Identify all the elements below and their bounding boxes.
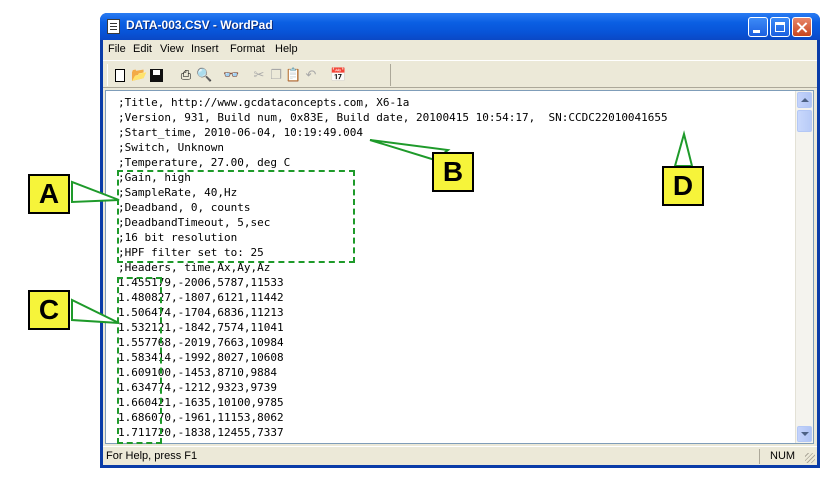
document-line[interactable]: 1.480827,-1807,6121,11442 [118,290,668,305]
standard-toolbar: 📂 ⎙ 🔍 👓 ✂ ❐ 📋 ↶ 📅 [107,64,391,86]
save-icon[interactable] [150,69,163,82]
document-line[interactable]: ;Temperature, 27.00, deg C [118,155,668,170]
copy-icon[interactable]: ❐ [268,68,284,84]
minimize-button[interactable] [748,17,768,37]
document-line[interactable]: 1.532121,-1842,7574,11041 [118,320,668,335]
callout-a: A [28,174,70,214]
maximize-button[interactable] [770,17,790,37]
title-bar[interactable]: DATA-003.CSV - WordPad [100,13,820,40]
document-line[interactable]: 1.455179,-2006,5787,11533 [118,275,668,290]
print-icon[interactable]: ⎙ [178,68,194,84]
print-preview-icon[interactable]: 🔍 [196,68,212,84]
num-lock-indicator: NUM [759,449,799,464]
status-help-text: For Help, press F1 [106,450,198,462]
document-line[interactable]: 1.506474,-1704,6836,11213 [118,305,668,320]
document-line[interactable]: 1.711720,-1838,12455,7337 [118,425,668,440]
maximize-icon [775,22,785,32]
document-line[interactable]: 1.583414,-1992,8027,10608 [118,350,668,365]
vertical-scrollbar[interactable] [795,91,813,443]
callout-b: B [432,152,474,192]
document-line[interactable]: 1.609100,-1453,8710,9884 [118,365,668,380]
minimize-icon [753,30,760,33]
window-title: DATA-003.CSV - WordPad [126,18,273,32]
document-area[interactable]: ;Title, http://www.gcdataconcepts.com, X… [105,90,814,444]
toolbar: 📂 ⎙ 🔍 👓 ✂ ❐ 📋 ↶ 📅 [103,60,817,88]
document-line[interactable]: 1.686070,-1961,11153,8062 [118,410,668,425]
menu-view[interactable]: View [160,43,184,55]
scroll-up-button[interactable] [797,92,812,108]
document-line[interactable]: 1.634774,-1212,9323,9739 [118,380,668,395]
scroll-down-button[interactable] [797,426,812,442]
document-text[interactable]: ;Title, http://www.gcdataconcepts.com, X… [118,95,668,440]
paste-icon[interactable]: 📋 [285,68,301,84]
cut-icon[interactable]: ✂ [251,68,267,84]
menu-help[interactable]: Help [275,43,298,55]
document-line[interactable]: ;Start_time, 2010-06-04, 10:19:49.004 [118,125,668,140]
new-icon[interactable] [115,69,125,82]
date-time-icon[interactable]: 📅 [330,68,346,84]
open-icon[interactable]: 📂 [131,68,147,84]
document-line[interactable]: 1.660421,-1635,10100,9785 [118,395,668,410]
menu-file[interactable]: File [108,43,126,55]
wordpad-document-icon[interactable] [107,19,120,34]
menu-edit[interactable]: Edit [133,43,152,55]
callout-c: C [28,290,70,330]
resize-grip[interactable] [805,453,815,463]
status-bar: For Help, press F1 NUM [103,446,817,465]
find-icon[interactable]: 👓 [223,68,239,84]
document-line[interactable]: ;Version, 931, Build num, 0x83E, Build d… [118,110,668,125]
menu-bar: File Edit View Insert Format Help [103,40,817,59]
undo-icon[interactable]: ↶ [303,68,319,84]
document-line[interactable]: ;Title, http://www.gcdataconcepts.com, X… [118,95,668,110]
document-line[interactable]: ;Switch, Unknown [118,140,668,155]
menu-format[interactable]: Format [230,43,265,55]
annotation-box-c [117,277,162,444]
callout-d: D [662,166,704,206]
menu-insert[interactable]: Insert [191,43,219,55]
scroll-thumb[interactable] [797,110,812,132]
close-button[interactable] [792,17,812,37]
document-line[interactable]: 1.557768,-2019,7663,10984 [118,335,668,350]
annotation-box-a [117,170,355,263]
